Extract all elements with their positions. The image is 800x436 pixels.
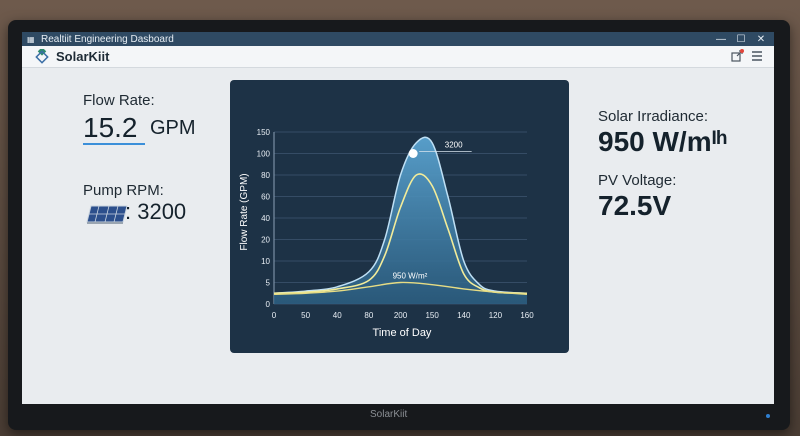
x-tick-label: 0 <box>272 311 277 320</box>
x-tick-label: 140 <box>457 311 471 320</box>
close-button[interactable]: ✕ <box>752 32 770 46</box>
minimize-button[interactable]: — <box>712 32 730 46</box>
y-tick-label: 60 <box>261 193 270 202</box>
pump-rpm-label: Pump RPM: <box>83 182 164 199</box>
x-tick-label: 200 <box>394 311 408 320</box>
x-tick-label: 160 <box>520 311 534 320</box>
x-axis-ticks: 0 50 40 80 200 150 140 120 160 <box>272 311 534 320</box>
y-tick-label: 40 <box>261 214 270 223</box>
bezel-brand-logo: SolarKiit <box>370 409 408 420</box>
external-link-icon[interactable] <box>730 49 744 63</box>
y-tick-label: 100 <box>257 150 271 159</box>
x-tick-label: 120 <box>489 311 503 320</box>
x-tick-label: 80 <box>364 311 373 320</box>
window-app-icon: ▦ <box>27 34 35 44</box>
flow-rate-chart-panel: 0 5 10 20 40 60 80 100 150 0 50 40 80 200 150 140 120 16… <box>230 80 569 353</box>
y-tick-label: 0 <box>266 300 271 309</box>
x-tick-label: 150 <box>425 311 439 320</box>
y-tick-label: 10 <box>261 257 270 266</box>
annotation-label: 3200 <box>445 140 463 149</box>
flow-rate-value: 15.2 <box>83 112 138 143</box>
flow-rate-label: Flow Rate: <box>83 92 155 109</box>
flow-rate-underline <box>83 143 145 145</box>
flow-rate-chart: 0 5 10 20 40 60 80 100 150 0 50 40 80 200 150 140 120 16… <box>239 128 534 339</box>
maximize-button[interactable]: ☐ <box>732 32 750 46</box>
solar-panel-icon <box>86 205 128 224</box>
solar-irradiance-value: 950 W/mᴵʰ <box>598 126 727 157</box>
flow-rate-unit: GPM <box>150 117 196 139</box>
solar-irradiance-label: Solar Irradiance: <box>598 108 709 125</box>
y-tick-label: 20 <box>261 236 270 245</box>
x-tick-label: 40 <box>333 311 342 320</box>
screen: ▦ Realtiit Engineering Dasboard — ☐ ✕ So… <box>22 32 774 404</box>
y-tick-label: 80 <box>261 171 270 180</box>
app-header: SolarKiit <box>22 46 774 68</box>
y-axis-label: Flow Rate (GPM) <box>239 173 250 250</box>
x-axis-label: Time of Day <box>373 327 432 339</box>
solarkiit-logo-icon <box>35 48 49 64</box>
hamburger-menu-icon[interactable] <box>750 49 764 63</box>
power-indicator <box>766 414 770 418</box>
y-tick-label: 150 <box>257 128 271 137</box>
y-axis-ticks: 0 5 10 20 40 60 80 100 150 <box>257 128 271 309</box>
pv-voltage-label: PV Voltage: <box>598 172 677 189</box>
app-name: SolarKiit <box>56 49 110 64</box>
pv-voltage-value: 72.5V <box>598 190 672 221</box>
pump-rpm-value: : 3200 <box>125 199 187 224</box>
annotation-label: 950 W/m² <box>393 272 428 281</box>
x-tick-label: 50 <box>301 311 310 320</box>
peak-marker <box>408 149 418 158</box>
window-titlebar: ▦ Realtiit Engineering Dasboard — ☐ ✕ <box>22 32 774 46</box>
y-tick-label: 5 <box>266 279 271 288</box>
window-title: Realtiit Engineering Dasboard <box>41 33 174 45</box>
